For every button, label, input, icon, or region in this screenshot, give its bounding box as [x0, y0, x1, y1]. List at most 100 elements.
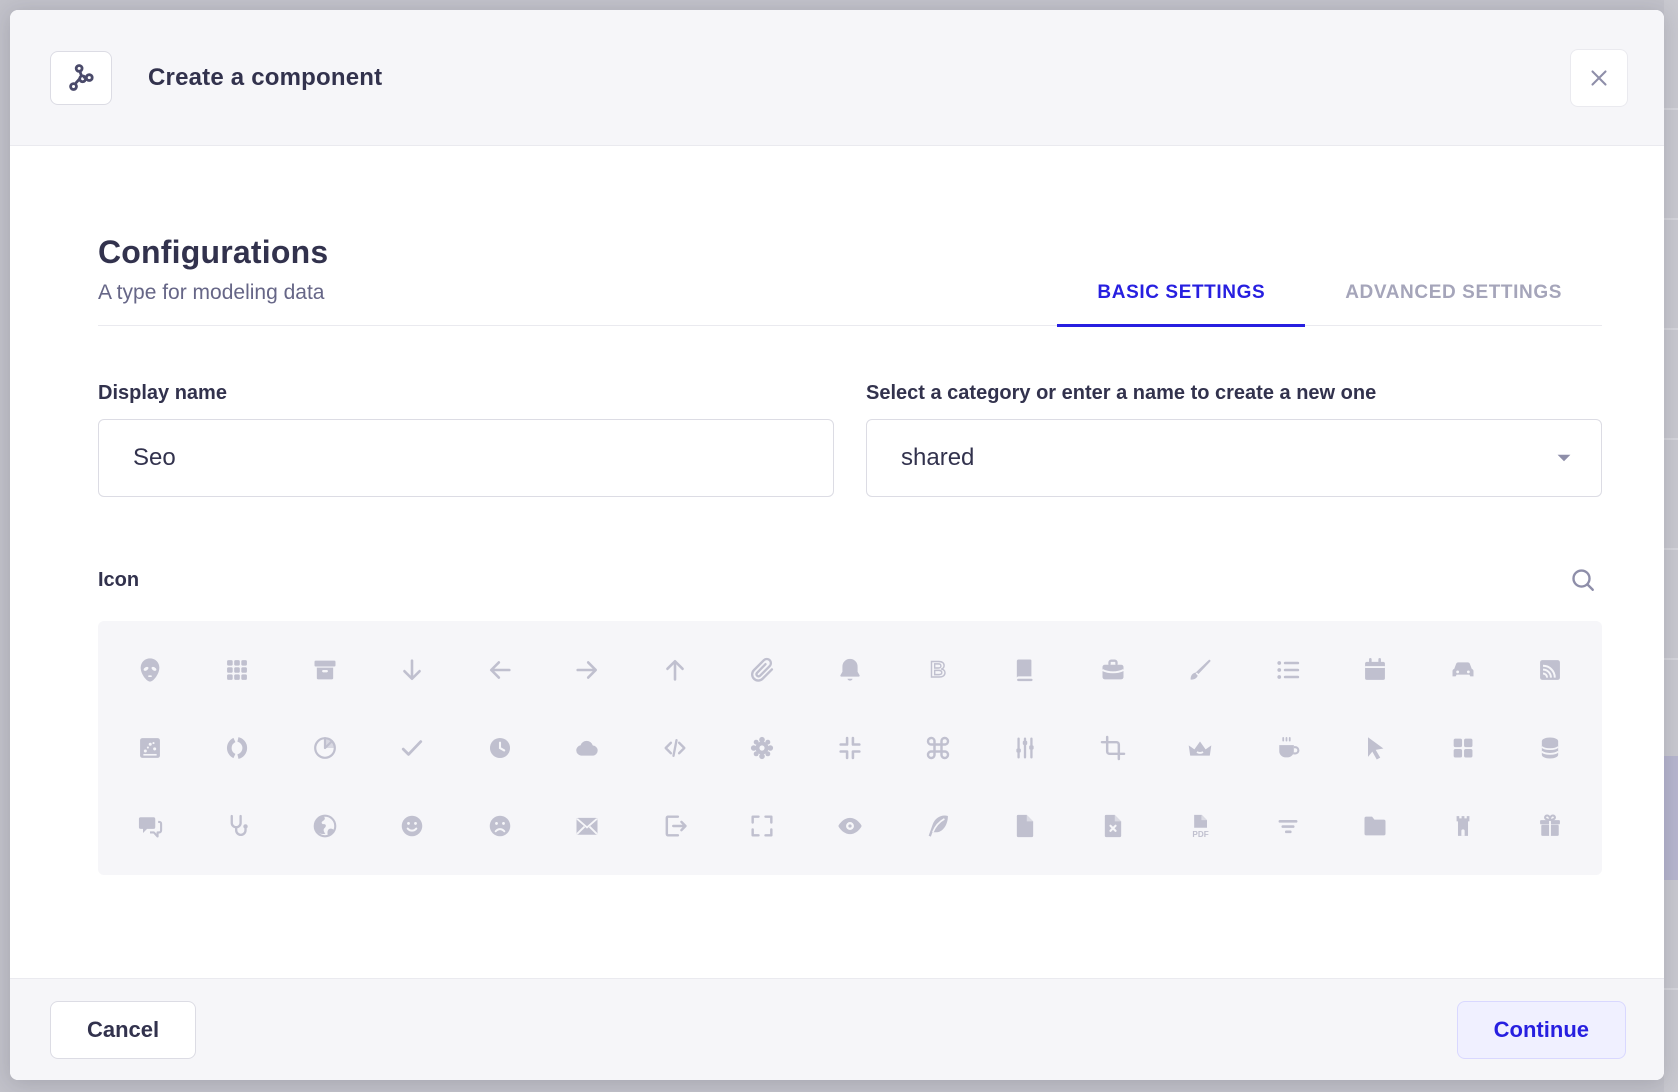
icon-option-database[interactable] [1506, 709, 1594, 787]
icon-option-code[interactable] [631, 709, 719, 787]
exit-icon [661, 812, 689, 840]
icon-option-discuss[interactable] [106, 787, 194, 865]
icon-option-file-error[interactable] [1069, 787, 1157, 865]
cancel-button[interactable]: Cancel [50, 1001, 196, 1059]
icon-option-folder[interactable] [1331, 787, 1419, 865]
icon-option-file-pdf[interactable]: PDF [1156, 787, 1244, 865]
icon-option-cast[interactable] [1506, 631, 1594, 709]
icon-option-arrow-right[interactable] [544, 631, 632, 709]
page-scrollbar[interactable] [1664, 0, 1678, 1092]
icon-option-filter[interactable] [1244, 787, 1332, 865]
icon-option-bold[interactable]: B [894, 631, 982, 709]
icon-option-earth[interactable] [281, 787, 369, 865]
icon-option-dashboard[interactable] [1419, 709, 1507, 787]
icon-option-clock[interactable] [456, 709, 544, 787]
icon-option-emotion-happy[interactable] [369, 787, 457, 865]
icon-option-doctor[interactable] [194, 787, 282, 865]
icon-option-exit[interactable] [631, 787, 719, 865]
icon-option-crown[interactable] [1156, 709, 1244, 787]
icon-option-emotion-unhappy[interactable] [456, 787, 544, 865]
category-label: Select a category or enter a name to cre… [866, 382, 1602, 405]
icon-option-cloud[interactable] [544, 709, 632, 787]
icon-option-crop[interactable] [1069, 709, 1157, 787]
section-subheading: A type for modeling data [98, 281, 328, 325]
icon-option-book[interactable] [981, 631, 1069, 709]
icon-option-command[interactable] [894, 709, 982, 787]
arrow-left-icon [486, 656, 514, 684]
icon-option-briefcase[interactable] [1069, 631, 1157, 709]
icon-option-brush[interactable] [1156, 631, 1244, 709]
form-row: Display name Select a category or enter … [98, 382, 1602, 497]
section-heading: Configurations [98, 234, 328, 271]
dialog-title: Create a component [148, 64, 382, 92]
icon-option-file[interactable] [981, 787, 1069, 865]
icon-option-connector[interactable] [981, 709, 1069, 787]
icon-option-bullet-list[interactable] [1244, 631, 1332, 709]
clock-icon [486, 734, 514, 762]
file-icon [1011, 812, 1039, 840]
tab-advanced-settings[interactable]: ADVANCED SETTINGS [1305, 282, 1602, 327]
chart-pie-icon [311, 734, 339, 762]
icon-option-chart-circle[interactable] [194, 709, 282, 787]
cursor-icon [1361, 734, 1389, 762]
database-icon [1536, 734, 1564, 762]
brush-icon [1186, 656, 1214, 684]
archive-icon [311, 656, 339, 684]
connector-icon [1011, 734, 1039, 762]
crop-icon [1099, 734, 1127, 762]
icon-option-apps[interactable] [194, 631, 282, 709]
category-select[interactable]: shared [866, 419, 1602, 497]
code-icon [661, 734, 689, 762]
icon-option-archive[interactable] [281, 631, 369, 709]
icon-option-alien[interactable] [106, 631, 194, 709]
eye-icon [836, 812, 864, 840]
search-icon [1568, 565, 1598, 595]
car-icon [1449, 656, 1477, 684]
icon-option-gift[interactable] [1506, 787, 1594, 865]
icon-option-gate[interactable] [1419, 787, 1507, 865]
icon-option-calendar[interactable] [1331, 631, 1419, 709]
continue-button[interactable]: Continue [1457, 1001, 1626, 1059]
discuss-icon [136, 812, 164, 840]
apps-icon [223, 656, 251, 684]
icon-option-arrow-down[interactable] [369, 631, 457, 709]
folder-icon [1361, 812, 1389, 840]
tab-basic-settings[interactable]: BASIC SETTINGS [1057, 282, 1305, 327]
close-button[interactable] [1570, 49, 1628, 107]
category-field-group: Select a category or enter a name to cre… [866, 382, 1602, 497]
chart-circle-icon [223, 734, 251, 762]
display-name-input[interactable] [98, 419, 834, 497]
page-scrollbar-track [1664, 0, 1678, 1092]
icon-option-arrow-up[interactable] [631, 631, 719, 709]
cloud-icon [573, 734, 601, 762]
icon-option-attachment[interactable] [719, 631, 807, 709]
icon-option-arrow-left[interactable] [456, 631, 544, 709]
close-icon [1587, 66, 1611, 90]
icon-option-check[interactable] [369, 709, 457, 787]
arrow-up-icon [661, 656, 689, 684]
attachment-icon [748, 656, 776, 684]
icon-option-cup[interactable] [1244, 709, 1332, 787]
icon-option-eye[interactable] [806, 787, 894, 865]
icon-option-cog[interactable] [719, 709, 807, 787]
icon-option-expand[interactable] [719, 787, 807, 865]
icon-search-button[interactable] [1564, 561, 1602, 599]
icon-option-feather[interactable] [894, 787, 982, 865]
icon-option-collapse[interactable] [806, 709, 894, 787]
envelope-icon [573, 812, 601, 840]
emotion-happy-icon [398, 812, 426, 840]
page-scrollbar-thumb[interactable] [1664, 756, 1678, 880]
icon-option-cursor[interactable] [1331, 709, 1419, 787]
icon-option-chart-pie[interactable] [281, 709, 369, 787]
create-component-dialog: Create a component Configurations A type… [10, 10, 1664, 1080]
section-heading-block: Configurations A type for modeling data [98, 234, 328, 325]
arrow-down-icon [398, 656, 426, 684]
file-error-icon [1099, 812, 1127, 840]
cast-icon [1536, 656, 1564, 684]
icon-option-chart-bubble[interactable] [106, 709, 194, 787]
icon-option-bell[interactable] [806, 631, 894, 709]
icon-option-envelope[interactable] [544, 787, 632, 865]
dialog-header: Create a component [10, 10, 1664, 146]
emotion-unhappy-icon [486, 812, 514, 840]
icon-option-car[interactable] [1419, 631, 1507, 709]
